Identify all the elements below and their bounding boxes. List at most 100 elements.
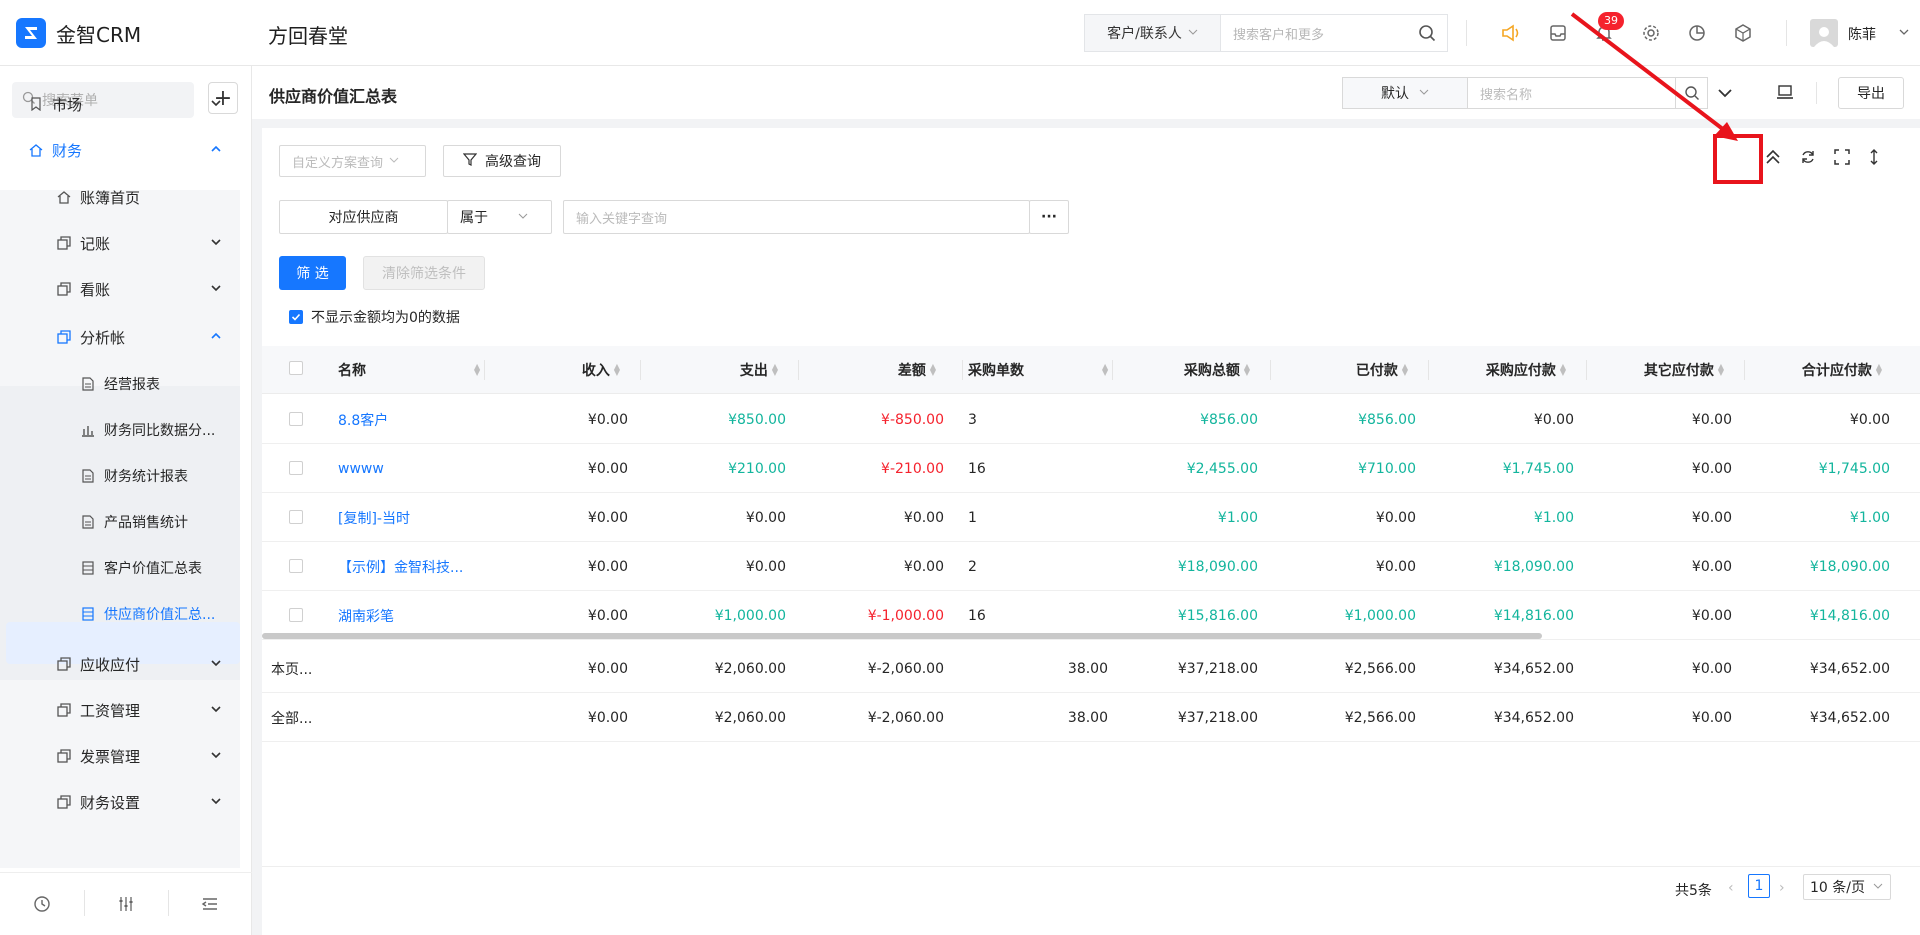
- hide-zero-checkbox[interactable]: [289, 310, 303, 324]
- sidebar-item-9[interactable]: 产品销售统计: [0, 500, 252, 544]
- supplier-link[interactable]: 8.8客户: [338, 395, 478, 444]
- sort-icon[interactable]: ▲ ▼: [1560, 363, 1566, 377]
- filter-button[interactable]: 筛 选: [279, 256, 346, 290]
- sidebar-item-14[interactable]: 发票管理: [0, 734, 252, 778]
- view-select[interactable]: 默认: [1342, 77, 1468, 109]
- column-header-income[interactable]: 收入 ▲ ▼: [490, 346, 620, 394]
- page-number-current[interactable]: 1: [1748, 874, 1770, 898]
- supplier-link[interactable]: wwww: [338, 444, 478, 493]
- advanced-query-label: 高级查询: [485, 154, 541, 170]
- column-divider[interactable]: [1744, 360, 1745, 380]
- row-checkbox[interactable]: [289, 412, 303, 426]
- sidebar-item-11[interactable]: 供应商价值汇总...: [0, 592, 252, 636]
- column-divider[interactable]: [798, 360, 799, 380]
- column-header-payable[interactable]: 采购应付款 ▲ ▼: [1434, 346, 1566, 394]
- column-divider[interactable]: [962, 360, 963, 380]
- column-divider[interactable]: [1428, 360, 1429, 380]
- advanced-query-button[interactable]: 高级查询: [443, 145, 561, 177]
- select-all-checkbox[interactable]: [289, 361, 303, 375]
- global-search-input[interactable]: 搜索客户和更多: [1221, 24, 1407, 43]
- sort-icon[interactable]: ▲ ▼: [772, 363, 778, 377]
- sort-icon[interactable]: ▲ ▼: [1876, 363, 1882, 377]
- export-button[interactable]: 导出: [1838, 77, 1904, 109]
- horizontal-scrollbar[interactable]: [262, 633, 1542, 639]
- cell-payable: ¥0.00: [1533, 411, 1574, 428]
- sidebar-item-0[interactable]: 市场: [0, 82, 252, 126]
- supplier-link[interactable]: [复制]-当时: [338, 493, 478, 542]
- sort-icon[interactable]: ▲ ▼: [930, 363, 936, 377]
- collapse-menu-icon[interactable]: [168, 895, 252, 913]
- sidebar-item-6[interactable]: 经营报表: [0, 362, 252, 406]
- hide-zero-option[interactable]: 不显示金额均为0的数据: [289, 307, 460, 327]
- fullscreen-icon[interactable]: [1834, 149, 1850, 169]
- sort-icon[interactable]: ▲ ▼: [1102, 363, 1108, 377]
- sidebar-item-15[interactable]: 财务设置: [0, 780, 252, 824]
- column-divider[interactable]: [484, 360, 485, 380]
- sidebar-item-8[interactable]: 财务统计报表: [0, 454, 252, 498]
- sort-icon[interactable]: ▲ ▼: [1244, 363, 1250, 377]
- column-header-expense[interactable]: 支出 ▲ ▼: [646, 346, 778, 394]
- cell-other: ¥0.00: [1691, 558, 1732, 575]
- refresh-icon[interactable]: [1800, 149, 1816, 169]
- column-header-diff[interactable]: 差额 ▲ ▼: [804, 346, 936, 394]
- table-row[interactable]: wwww ¥0.00 ¥210.00 ¥-210.00 16 ¥2,455.00 ¥710.…: [262, 444, 1920, 493]
- chevron-down-icon[interactable]: [1898, 26, 1910, 42]
- sidebar-item-label: 记账: [80, 234, 111, 253]
- settings-sliders-icon[interactable]: [84, 895, 168, 913]
- filter-field-select[interactable]: 对应供应商: [279, 200, 448, 234]
- next-page-icon[interactable]: ›: [1779, 880, 1785, 896]
- sidebar-item-1[interactable]: 财务: [0, 128, 252, 172]
- scheme-query-select[interactable]: 自定义方案查询: [279, 145, 426, 177]
- sidebar-item-3[interactable]: 记账: [0, 221, 252, 265]
- row-height-icon[interactable]: [1868, 149, 1880, 169]
- column-header-total[interactable]: 采购总额 ▲ ▼: [1118, 346, 1250, 394]
- sidebar-item-10[interactable]: 客户价值汇总表: [0, 546, 252, 590]
- sidebar-item-7[interactable]: 财务同比数据分...: [0, 408, 252, 452]
- prev-page-icon[interactable]: ‹: [1728, 880, 1734, 896]
- app-logo[interactable]: 金智CRM: [16, 18, 141, 48]
- column-divider[interactable]: [1586, 360, 1587, 380]
- sort-icon[interactable]: ▲ ▼: [1718, 363, 1724, 377]
- sidebar-item-2[interactable]: 账簿首页: [0, 175, 252, 219]
- table-row[interactable]: 8.8客户 ¥0.00 ¥850.00 ¥-850.00 3 ¥856.00 ¥856.00…: [262, 395, 1920, 444]
- avatar[interactable]: [1810, 19, 1838, 47]
- sort-icon[interactable]: ▲ ▼: [474, 363, 480, 377]
- more-options-button[interactable]: ···: [1029, 200, 1069, 234]
- row-checkbox[interactable]: [289, 461, 303, 475]
- summary-orders: 38.00: [1067, 660, 1108, 677]
- column-divider[interactable]: [1270, 360, 1271, 380]
- cell-payable: ¥1.00: [1533, 509, 1574, 526]
- column-header-other[interactable]: 其它应付款 ▲ ▼: [1592, 346, 1724, 394]
- supplier-link[interactable]: 【示例】金智科技...: [338, 542, 478, 591]
- filter-operator-select[interactable]: 属于: [447, 200, 552, 234]
- column-header-paid[interactable]: 已付款 ▲ ▼: [1276, 346, 1408, 394]
- column-divider[interactable]: [1112, 360, 1113, 380]
- home-icon: [56, 189, 72, 205]
- user-name[interactable]: 陈菲: [1848, 24, 1876, 44]
- print-icon[interactable]: [1776, 83, 1794, 105]
- row-checkbox[interactable]: [289, 510, 303, 524]
- row-checkbox[interactable]: [289, 608, 303, 622]
- column-divider[interactable]: [640, 360, 641, 380]
- history-icon[interactable]: [0, 895, 84, 913]
- collapse-up-icon[interactable]: [1764, 148, 1782, 170]
- sidebar-item-4[interactable]: 看账: [0, 267, 252, 311]
- table-row[interactable]: [复制]-当时 ¥0.00 ¥0.00 ¥0.00 1 ¥1.00 ¥0.00 ¥1.00 ¥0…: [262, 493, 1920, 542]
- clear-filter-button[interactable]: 清除筛选条件: [363, 256, 485, 290]
- sidebar-item-12[interactable]: 应收应付: [0, 642, 252, 686]
- column-header-orders[interactable]: 采购单数 ▲ ▼: [968, 346, 1118, 394]
- search-icon[interactable]: [1407, 24, 1447, 42]
- sort-icon[interactable]: ▲ ▼: [1402, 363, 1408, 377]
- row-checkbox[interactable]: [289, 559, 303, 573]
- speaker-icon[interactable]: [1497, 19, 1525, 47]
- column-header-name[interactable]: 名称 ▲ ▼: [338, 346, 480, 394]
- search-scope-select[interactable]: 客户/联系人: [1085, 15, 1221, 51]
- page-size-select[interactable]: 10 条/页: [1803, 874, 1891, 900]
- keyword-input[interactable]: 输入关键字查询: [563, 200, 1030, 234]
- chevron-down-icon: [1873, 879, 1883, 895]
- sidebar-item-5[interactable]: 分析帐: [0, 315, 252, 359]
- table-row[interactable]: 【示例】金智科技... ¥0.00 ¥0.00 ¥0.00 2 ¥18,090.00 ¥0.…: [262, 542, 1920, 591]
- sort-icon[interactable]: ▲ ▼: [614, 363, 620, 377]
- column-header-sum[interactable]: 合计应付款 ▲ ▼: [1750, 346, 1882, 394]
- sidebar-item-13[interactable]: 工资管理: [0, 688, 252, 732]
